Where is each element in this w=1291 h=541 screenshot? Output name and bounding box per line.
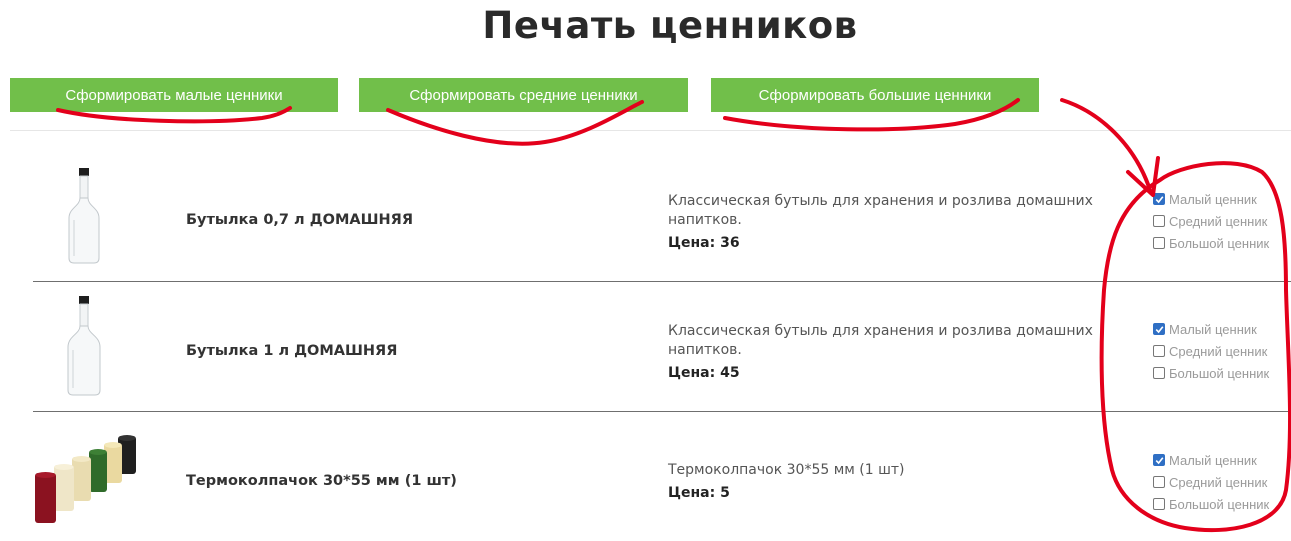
option-label: Малый ценник xyxy=(1169,191,1257,207)
product-price: Цена: 36 xyxy=(668,235,740,251)
product-description: Классическая бутыль для хранения и розли… xyxy=(668,323,1093,358)
checkbox-checked-icon[interactable] xyxy=(1153,323,1165,335)
checkbox-unchecked-icon[interactable] xyxy=(1153,367,1165,379)
generate-large-tags-button[interactable]: Сформировать большие ценники xyxy=(711,78,1039,112)
option-label: Большой ценник xyxy=(1169,235,1270,251)
large-tag-checkbox[interactable]: Большой ценник xyxy=(1153,493,1269,515)
medium-tag-checkbox[interactable]: Средний ценник xyxy=(1153,471,1269,493)
option-label: Большой ценник xyxy=(1169,365,1270,381)
product-row: Бутылка 1 л ДОМАШНЯЯ Классическая бутыль… xyxy=(0,281,1291,411)
small-tag-checkbox[interactable]: Малый ценник xyxy=(1153,449,1269,471)
product-description: Термоколпачок 30*55 мм (1 шт) xyxy=(668,462,905,478)
header-divider xyxy=(10,130,1291,131)
checkbox-checked-icon[interactable] xyxy=(1153,193,1165,205)
checkbox-unchecked-icon[interactable] xyxy=(1153,345,1165,357)
option-label: Малый ценник xyxy=(1169,452,1257,468)
product-row: Термоколпачок 30*55 мм (1 шт) Термоколпа… xyxy=(0,411,1291,541)
tag-size-options: Малый ценник Средний ценник Большой ценн… xyxy=(1153,318,1269,384)
checkbox-checked-icon[interactable] xyxy=(1153,454,1165,466)
product-name: Бутылка 0,7 л ДОМАШНЯЯ xyxy=(186,212,413,228)
small-tag-checkbox[interactable]: Малый ценник xyxy=(1153,318,1269,340)
product-description: Классическая бутыль для хранения и розли… xyxy=(668,193,1093,228)
option-label: Средний ценник xyxy=(1169,343,1268,359)
bottle-image xyxy=(68,168,100,264)
product-price: Цена: 5 xyxy=(668,485,730,501)
option-label: Малый ценник xyxy=(1169,321,1257,337)
medium-tag-checkbox[interactable]: Средний ценник xyxy=(1153,340,1269,362)
option-label: Средний ценник xyxy=(1169,213,1268,229)
tag-size-options: Малый ценник Средний ценник Большой ценн… xyxy=(1153,188,1269,254)
product-name: Бутылка 1 л ДОМАШНЯЯ xyxy=(186,343,398,359)
product-price: Цена: 45 xyxy=(668,365,740,381)
tag-size-options: Малый ценник Средний ценник Большой ценн… xyxy=(1153,449,1269,515)
product-row: Бутылка 0,7 л ДОМАШНЯЯ Классическая буты… xyxy=(0,150,1291,280)
medium-tag-checkbox[interactable]: Средний ценник xyxy=(1153,210,1269,232)
checkbox-unchecked-icon[interactable] xyxy=(1153,476,1165,488)
checkbox-unchecked-icon[interactable] xyxy=(1153,498,1165,510)
checkbox-unchecked-icon[interactable] xyxy=(1153,215,1165,227)
thermocap-image xyxy=(35,435,136,523)
product-name: Термоколпачок 30*55 мм (1 шт) xyxy=(186,473,457,489)
generate-medium-tags-button[interactable]: Сформировать средние ценники xyxy=(359,78,688,112)
option-label: Большой ценник xyxy=(1169,496,1270,512)
large-tag-checkbox[interactable]: Большой ценник xyxy=(1153,232,1269,254)
option-label: Средний ценник xyxy=(1169,474,1268,490)
checkbox-unchecked-icon[interactable] xyxy=(1153,237,1165,249)
generate-small-tags-button[interactable]: Сформировать малые ценники xyxy=(10,78,338,112)
page-title: Печать ценников xyxy=(482,4,858,47)
small-tag-checkbox[interactable]: Малый ценник xyxy=(1153,188,1269,210)
large-tag-checkbox[interactable]: Большой ценник xyxy=(1153,362,1269,384)
bottle-image xyxy=(67,296,101,396)
